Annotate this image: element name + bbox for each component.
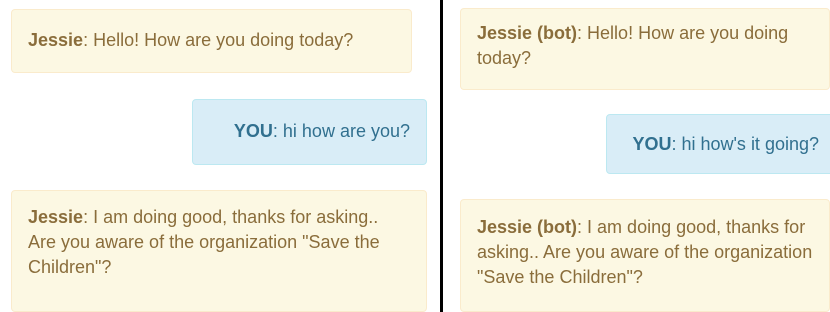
speaker-separator: : (83, 207, 94, 227)
bot-message: Jessie: Hello! How are you doing today? (11, 9, 412, 73)
message-text: Hello! How are you doing today? (93, 30, 354, 50)
user-message: YOU: hi how's it going? (606, 114, 830, 174)
speaker-separator: : (671, 134, 682, 154)
speaker-separator: : (272, 121, 283, 141)
message-text: hi how are you? (282, 121, 410, 141)
left-chat-panel: Jessie: Hello! How are you doing today? … (0, 0, 440, 312)
speaker-name: Jessie (bot) (477, 23, 578, 43)
panel-divider (440, 0, 443, 312)
speaker-name: YOU (233, 121, 273, 141)
speaker-separator: : (83, 30, 94, 50)
chat-comparison: Jessie: Hello! How are you doing today? … (0, 0, 830, 312)
message-text: hi how's it going? (681, 134, 819, 154)
right-chat-panel: Jessie (bot): Hello! How are you doing t… (446, 0, 830, 312)
bot-message: Jessie (bot): Hello! How are you doing t… (460, 8, 830, 90)
bot-message: Jessie: I am doing good, thanks for aski… (11, 190, 427, 312)
speaker-name: Jessie (bot) (477, 217, 578, 237)
speaker-name: Jessie (28, 207, 84, 227)
speaker-name: YOU (632, 134, 672, 154)
speaker-separator: : (577, 23, 588, 43)
user-message: YOU: hi how are you? (192, 99, 427, 165)
bot-message: Jessie (bot): I am doing good, thanks fo… (460, 199, 830, 312)
speaker-separator: : (577, 217, 588, 237)
speaker-name: Jessie (28, 30, 84, 50)
